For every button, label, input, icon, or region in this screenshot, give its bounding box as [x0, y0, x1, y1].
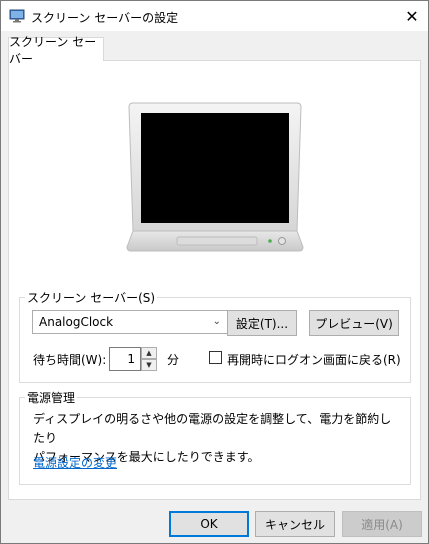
power-description-line-1: ディスプレイの明るさや他の電源の設定を調整して、電力を節約したり	[33, 412, 392, 445]
tab-label: スクリーン セーバー	[9, 34, 97, 66]
screensaver-select[interactable]: AnalogClock ⌄	[32, 310, 228, 334]
arrow-up-icon: ▲	[146, 349, 152, 357]
chevron-down-icon: ⌄	[212, 316, 221, 327]
power-group-label: 電源管理	[25, 389, 78, 406]
spin-down-button[interactable]: ▼	[141, 359, 157, 371]
wait-unit-label: 分	[167, 353, 180, 367]
resume-logon-checkbox[interactable]	[209, 351, 222, 364]
tab-screensaver[interactable]: スクリーン セーバー	[8, 35, 104, 66]
screensaver-group-label: スクリーン セーバー(S)	[25, 289, 158, 306]
monitor-preview	[126, 102, 304, 252]
preview-button-label: プレビュー(V)	[315, 316, 393, 331]
title-bar: スクリーン セーバーの設定 ✕	[1, 1, 428, 31]
close-icon: ✕	[405, 6, 419, 26]
apply-button[interactable]: 適用(A)	[342, 511, 422, 537]
arrow-down-icon: ▼	[146, 361, 152, 369]
settings-button-label: 設定(T)...	[235, 316, 289, 331]
settings-button[interactable]: 設定(T)...	[227, 310, 297, 336]
display-settings-icon	[9, 9, 25, 23]
cancel-button[interactable]: キャンセル	[255, 511, 335, 537]
apply-button-label: 適用(A)	[361, 517, 403, 532]
wait-time-value: 1	[127, 352, 135, 366]
cancel-button-label: キャンセル	[264, 517, 325, 532]
tab-panel: スクリーン セーバー(S) AnalogClock ⌄ 設定(T)... プレビ…	[8, 60, 421, 500]
wait-time-label: 待ち時間(W):	[33, 353, 107, 367]
window-title: スクリーン セーバーの設定	[31, 11, 179, 25]
screensaver-settings-dialog: スクリーン セーバーの設定 ✕ スクリーン セーバー スクリーン セーバー(S)…	[0, 0, 429, 544]
power-settings-link[interactable]: 電源設定の変更	[33, 454, 117, 471]
close-button[interactable]: ✕	[396, 1, 428, 31]
wait-time-input[interactable]: 1	[109, 347, 141, 371]
spin-up-button[interactable]: ▲	[141, 347, 157, 359]
ok-button-label: OK	[200, 517, 218, 531]
screensaver-select-value: AnalogClock	[39, 315, 114, 329]
monitor-screen	[141, 113, 289, 223]
preview-button[interactable]: プレビュー(V)	[309, 310, 399, 336]
resume-logon-label[interactable]: 再開時にログオン画面に戻る(R)	[227, 351, 401, 368]
ok-button[interactable]: OK	[169, 511, 249, 537]
